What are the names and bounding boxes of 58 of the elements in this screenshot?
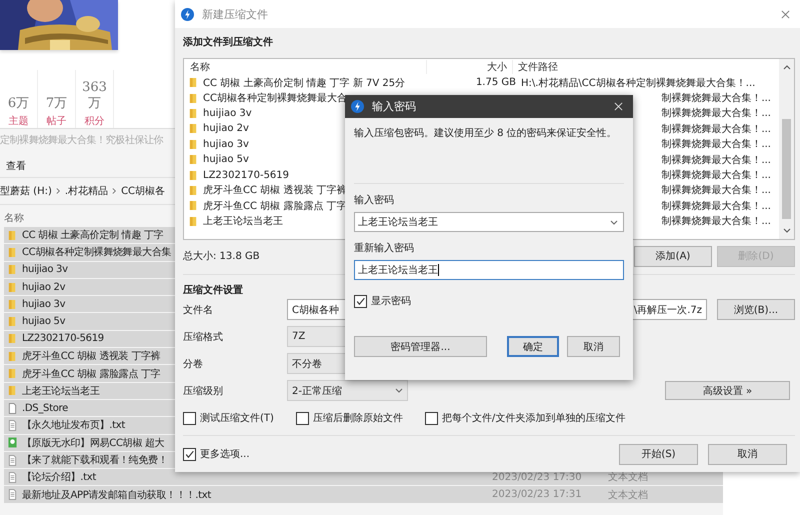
file-name: 【永久地址发布页】.txt xyxy=(22,420,126,432)
field-label: 压缩级别 xyxy=(183,384,224,398)
file-name: 【原版无水印】网易CC胡椒 超大 xyxy=(22,438,164,449)
file-path: 制裸舞烧舞最大合集！... xyxy=(661,93,771,104)
file-path: 制裸舞烧舞最大合集！... xyxy=(661,216,771,228)
stat-value: 363 万 xyxy=(81,80,108,112)
file-path: H:\.村花精品\CC胡椒各种定制裸舞烧舞最大合集！... xyxy=(521,78,756,89)
file-name: CC胡椒各种定制裸舞烧舞最大合 xyxy=(203,93,347,104)
file-name: CC 胡椒 土豪高价定制 情趣 丁字 xyxy=(22,230,164,242)
file-name: 最新地址及APP请发邮箱自动获取！！！.txt xyxy=(22,490,211,501)
message-text: 输入压缩包密码。建议使用至少 8 位的密码来保证安全性。 xyxy=(354,126,618,141)
file-type: 文本文档 xyxy=(608,471,648,484)
file-path: 制裸舞烧舞最大合集！... xyxy=(661,154,771,166)
file-path: 制裸舞烧舞最大合集！... xyxy=(661,108,771,120)
file-name: 上老王论坛当老王 xyxy=(203,216,283,228)
field-label: 文件名 xyxy=(183,304,214,316)
window-title: 输入密码 xyxy=(372,99,417,114)
file-name: 【论坛介绍】.txt xyxy=(22,472,96,484)
file-name: hujiao 3v xyxy=(22,298,66,310)
file-name: huijiao 3v xyxy=(203,108,252,119)
field-text: \再解压一次.7z xyxy=(634,304,702,316)
file-name: hujiao 5v xyxy=(203,154,249,166)
file-path: 制裸舞烧舞最大合集！... xyxy=(661,200,771,212)
file-name: hujiao 2v xyxy=(22,282,66,293)
field-text: C胡椒各种 xyxy=(292,304,339,316)
file-name: 上老王论坛当老王 xyxy=(22,386,100,397)
file-name: 虎牙斗鱼CC 胡椒 透视装 丁字裤 xyxy=(203,185,347,196)
field-label: 输入密码 xyxy=(354,194,395,206)
file-name: 虎牙斗鱼CC 胡椒 露脸露点 丁字 xyxy=(22,368,160,380)
file-name: .DS_Store xyxy=(22,402,68,414)
total-size: 总大小: 13.8 GB xyxy=(183,250,260,263)
file-name: LZ2302170-5619 xyxy=(203,170,290,181)
field-label: 重新输入密码 xyxy=(354,242,415,254)
file-date: 2023/02/23 17:31 xyxy=(492,489,583,500)
file-name: CC胡椒各种定制裸舞烧舞最大合集 xyxy=(22,247,172,258)
file-type: 文本文档 xyxy=(608,488,648,502)
stat-value: 7万 xyxy=(44,96,68,112)
file-path: 制裸舞烧舞最大合集！... xyxy=(661,139,771,150)
stat-value: 6万 xyxy=(6,96,30,112)
file-date: 2023/02/23 17:30 xyxy=(492,472,583,483)
window-title: 定制裸舞烧舞最大合集！究极社保让你 xyxy=(0,135,164,146)
file-name: hujiao 5v xyxy=(22,316,66,328)
file-name: hujiao 3v xyxy=(203,138,249,150)
file-size: 1.75 GB xyxy=(476,77,516,88)
file-name: huijiao 3v xyxy=(22,264,68,276)
section-title: 压缩文件设置 xyxy=(183,284,244,296)
field-label: 压缩格式 xyxy=(183,330,224,344)
file-path: 制裸舞烧舞最大合集！... xyxy=(661,185,771,196)
file-name: hujiao 2v xyxy=(203,123,249,134)
file-path: 制裸舞烧舞最大合集！... xyxy=(661,124,771,135)
file-name: LZ2302170-5619 xyxy=(22,333,104,344)
file-name: CC 胡椒 土豪高价定制 情趣 丁字 新 7V 25分 xyxy=(203,78,406,89)
file-name: 【来了就能下载和观看！纯免费！ xyxy=(22,455,168,466)
window-title: 新建压缩文件 xyxy=(202,6,269,22)
file-path: 制裸舞烧舞最大合集！... xyxy=(661,170,771,182)
section-title: 添加文件到压缩文件 xyxy=(183,36,274,48)
file-name: 虎牙斗鱼CC 胡椒 透视装 丁字裤 xyxy=(22,351,160,362)
field-label: 分卷 xyxy=(183,358,204,370)
